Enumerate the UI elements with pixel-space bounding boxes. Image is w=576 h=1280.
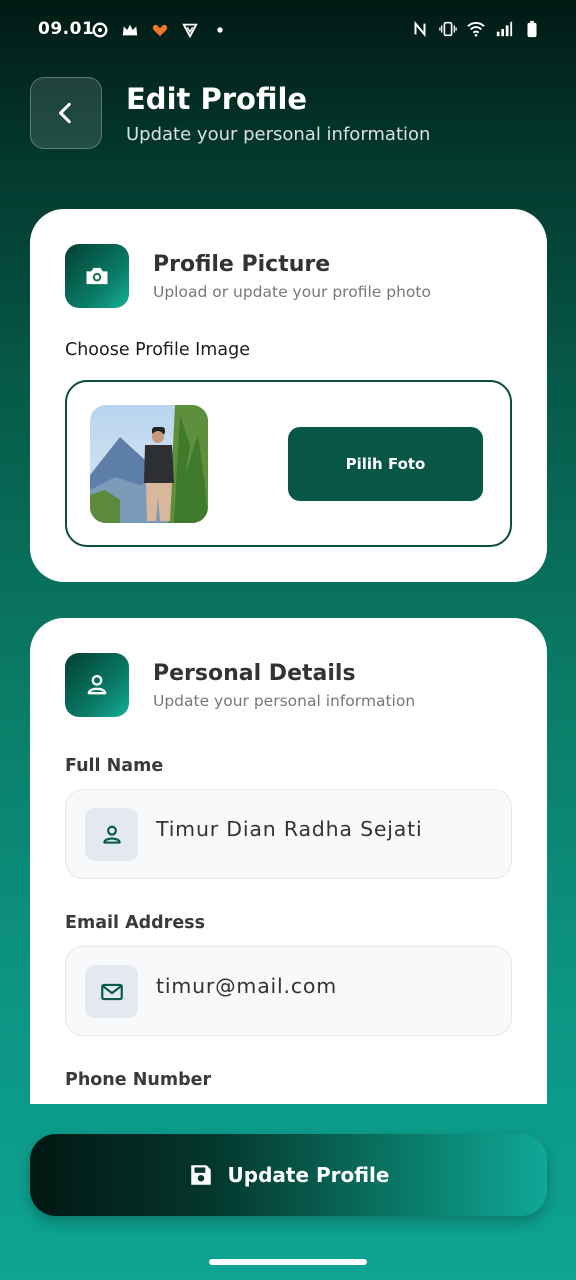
personal-details-card: Personal Details Update your personal in…	[30, 618, 547, 1104]
update-profile-label: Update Profile	[227, 1163, 390, 1187]
location-ring-icon	[90, 20, 110, 40]
email-value: timur@mail.com	[156, 974, 338, 998]
profile-picture-card: Profile Picture Upload or update your pr…	[30, 209, 547, 582]
personal-details-subtitle: Update your personal information	[153, 692, 416, 710]
dot-icon	[210, 20, 230, 40]
image-picker: Pilih Foto	[65, 380, 512, 547]
phone-label: Phone Number	[65, 1070, 212, 1090]
person-icon	[65, 653, 129, 717]
nfc-icon	[410, 19, 430, 39]
status-notification-icons	[90, 20, 230, 40]
crown-icon	[120, 20, 140, 40]
page-title: Edit Profile	[126, 82, 308, 116]
profile-picture-subtitle: Upload or update your profile photo	[153, 283, 431, 301]
user-icon	[85, 808, 138, 861]
mail-icon	[85, 965, 138, 1018]
full-name-value: Timur Dian Radha Sejati	[156, 817, 423, 841]
full-name-label: Full Name	[65, 756, 164, 776]
email-label: Email Address	[65, 913, 206, 933]
shield-v-icon	[180, 20, 200, 40]
full-name-field[interactable]: Timur Dian Radha Sejati	[65, 789, 512, 879]
wifi-icon	[466, 19, 486, 39]
pick-photo-button[interactable]: Pilih Foto	[288, 427, 483, 501]
profile-picture-title: Profile Picture	[153, 252, 331, 277]
status-system-icons	[410, 19, 542, 39]
camera-icon	[65, 244, 129, 308]
home-indicator[interactable]	[209, 1259, 367, 1265]
profile-photo-preview[interactable]	[90, 405, 208, 523]
chevron-left-icon	[59, 102, 71, 124]
status-time: 09.01	[38, 19, 95, 39]
page-subtitle: Update your personal information	[126, 124, 431, 145]
save-icon	[190, 1165, 211, 1185]
signal-icon	[494, 19, 514, 39]
email-field[interactable]: timur@mail.com	[65, 946, 512, 1036]
personal-details-title: Personal Details	[153, 661, 356, 686]
status-bar: 09.01	[0, 0, 576, 60]
battery-icon	[522, 19, 542, 39]
back-button[interactable]	[30, 77, 102, 149]
vibrate-icon	[438, 19, 458, 39]
choose-image-label: Choose Profile Image	[65, 340, 250, 360]
update-profile-button[interactable]: Update Profile	[30, 1134, 547, 1216]
brand-heart-icon	[150, 20, 170, 40]
